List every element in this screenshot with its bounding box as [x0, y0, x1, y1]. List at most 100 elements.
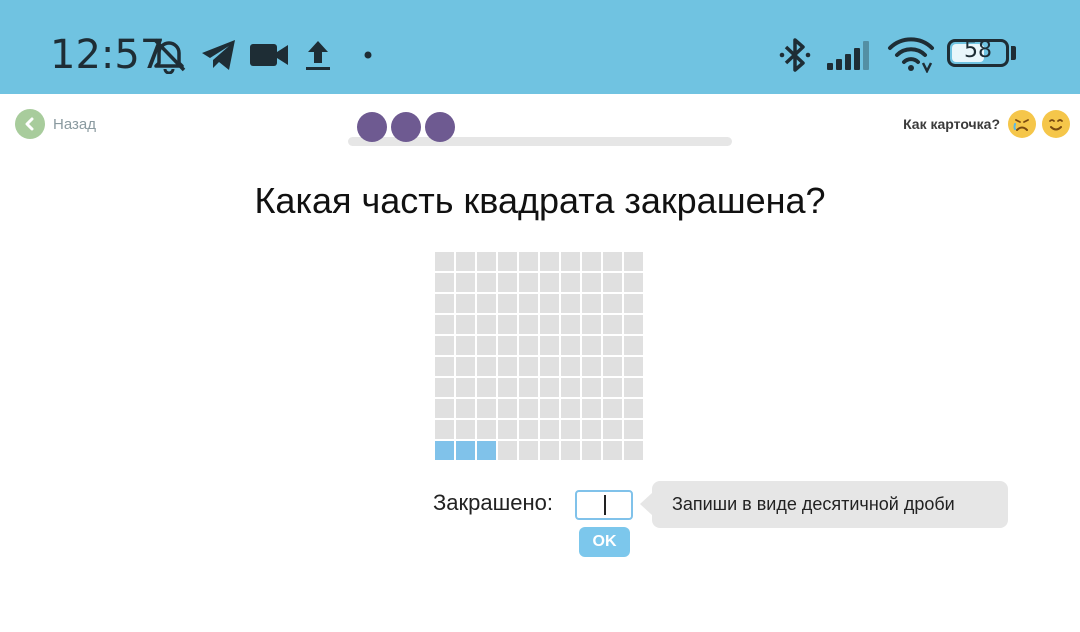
grid-cell [435, 315, 454, 334]
battery-tip [1011, 46, 1016, 60]
grid-cell [477, 273, 496, 292]
grid-cell [603, 273, 622, 292]
grid-cell [582, 420, 601, 439]
back-button[interactable]: Назад [15, 109, 96, 139]
grid-cell [561, 315, 580, 334]
answer-label: Закрашено: [433, 490, 554, 515]
grid-cell [519, 252, 538, 271]
grid-cell [582, 252, 601, 271]
grid-cell [624, 357, 643, 376]
grid-cell [498, 399, 517, 418]
progress-dot [357, 112, 387, 142]
grid-cell [561, 441, 580, 460]
grid-cell [561, 399, 580, 418]
grid-cell [498, 315, 517, 334]
grid-cell [435, 252, 454, 271]
grid-cell [498, 294, 517, 313]
grid-cell [624, 294, 643, 313]
card-rating: Как карточка? [903, 110, 1070, 138]
grid-cell [540, 273, 559, 292]
grid-cell [519, 273, 538, 292]
grid-cell [582, 336, 601, 355]
grid-cell [435, 357, 454, 376]
grid-cell [540, 420, 559, 439]
grid-cell [498, 273, 517, 292]
grid-cell [456, 399, 475, 418]
grid-cell [456, 252, 475, 271]
back-arrow-icon [15, 109, 45, 139]
grid-cell [582, 378, 601, 397]
grid-cell [603, 420, 622, 439]
telegram-icon [200, 36, 238, 74]
smile-face-icon[interactable] [1042, 110, 1070, 138]
grid-cell [435, 273, 454, 292]
grid-cell [519, 315, 538, 334]
grid-cell [477, 336, 496, 355]
rating-label: Как карточка? [903, 116, 1000, 132]
hint-tooltip: Запиши в виде десятичной дроби [652, 481, 1008, 528]
grid-cell [582, 294, 601, 313]
grid-cell [561, 336, 580, 355]
status-bar: 12:57 58 [0, 0, 1080, 94]
grid-cell [582, 441, 601, 460]
grid-cell [456, 294, 475, 313]
hint-arrow [640, 493, 652, 515]
progress-dot [425, 112, 455, 142]
grid-cell [540, 441, 559, 460]
grid-cell [456, 420, 475, 439]
grid-cell [540, 357, 559, 376]
grid-cell [603, 441, 622, 460]
grid-cell [477, 294, 496, 313]
grid-cell-filled [456, 441, 475, 460]
grid-cell [498, 420, 517, 439]
grid-cell-filled [477, 441, 496, 460]
grid-cell [519, 420, 538, 439]
grid-cell [624, 252, 643, 271]
sad-face-icon[interactable] [1008, 110, 1036, 138]
grid-cell [540, 252, 559, 271]
grid-cell [456, 336, 475, 355]
video-camera-icon [249, 36, 289, 74]
grid-cell [582, 357, 601, 376]
grid-cell [561, 273, 580, 292]
grid-cell [540, 294, 559, 313]
grid-cell [435, 420, 454, 439]
grid-cell [498, 357, 517, 376]
grid-cell [561, 294, 580, 313]
grid-cell [624, 273, 643, 292]
grid-cell [435, 378, 454, 397]
grid-cell-filled [435, 441, 454, 460]
grid-cell [477, 378, 496, 397]
grid-cell [477, 315, 496, 334]
grid-cell [582, 399, 601, 418]
ok-button[interactable]: OK [579, 527, 630, 557]
grid-cell [624, 441, 643, 460]
grid-cell [540, 378, 559, 397]
dot-icon [362, 36, 374, 74]
grid-cell [582, 315, 601, 334]
battery-percent: 58 [964, 38, 992, 63]
grid-cell [624, 399, 643, 418]
grid-cell [519, 294, 538, 313]
grid-cell [477, 357, 496, 376]
signal-icon [826, 36, 876, 74]
grid-cell [603, 357, 622, 376]
grid-cell [603, 399, 622, 418]
grid-cell [624, 420, 643, 439]
grid-cell [435, 294, 454, 313]
grid-cell [624, 378, 643, 397]
grid-cell [561, 357, 580, 376]
grid-cell [519, 336, 538, 355]
text-cursor [604, 495, 606, 515]
grid-cell [456, 273, 475, 292]
progress-dots [357, 112, 455, 142]
grid-cell [582, 273, 601, 292]
grid-cell [498, 441, 517, 460]
grid-cell [435, 399, 454, 418]
grid-cell [498, 336, 517, 355]
clock: 12:57 [50, 32, 166, 78]
grid-cell [498, 252, 517, 271]
grid-cell [540, 315, 559, 334]
question-title: Какая часть квадрата закрашена? [254, 180, 826, 221]
grid-cell [477, 420, 496, 439]
